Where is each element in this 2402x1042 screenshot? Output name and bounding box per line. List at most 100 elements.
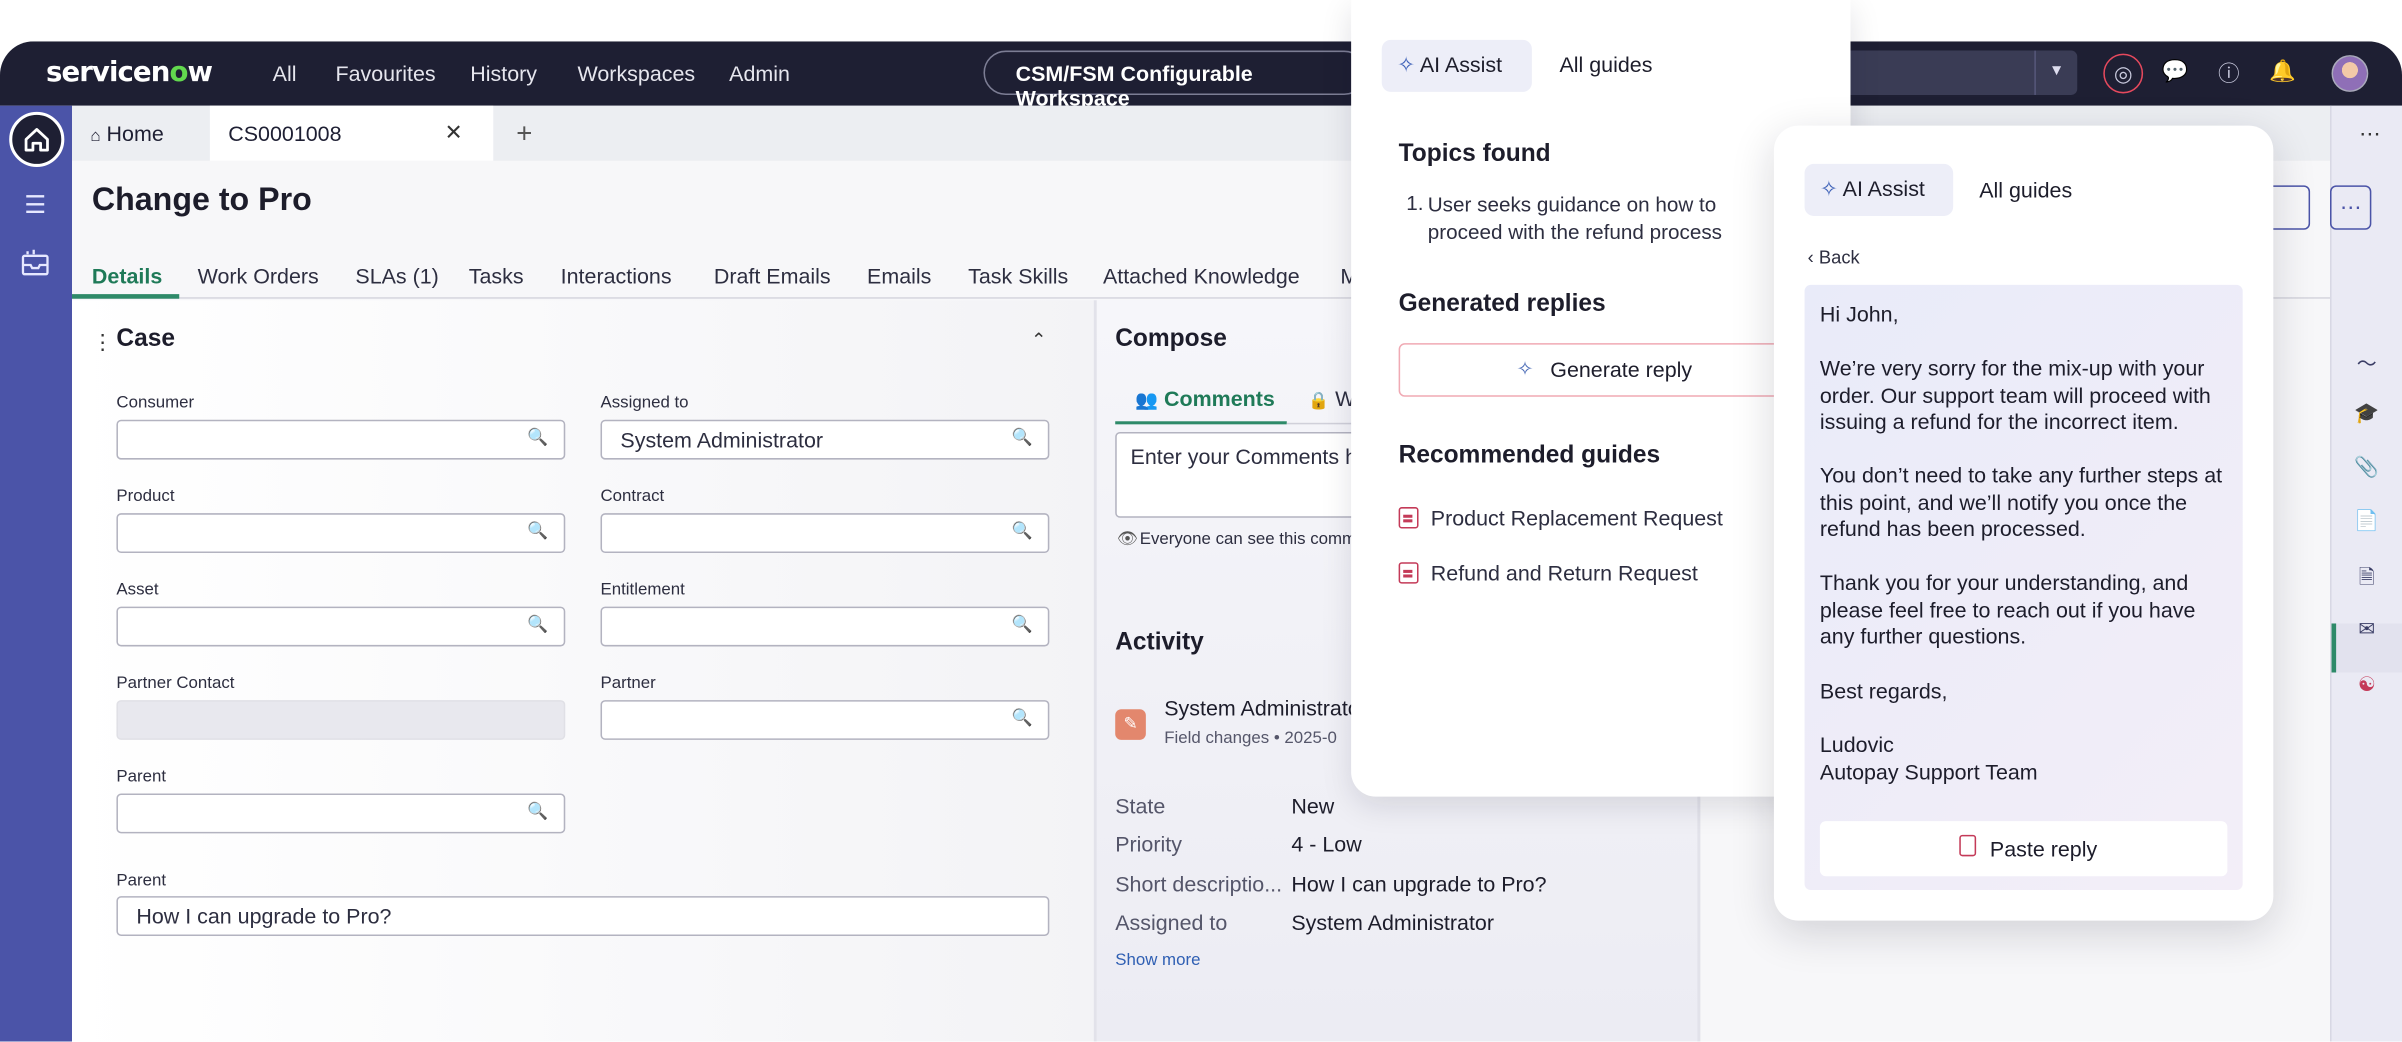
case-form: ⋮ Case ⌃ Consumer 🔍 Assigned to System A… [71,300,1094,1042]
activity-field-label: Short descriptio... [1115,871,1283,897]
user-avatar[interactable] [2331,55,2369,92]
search-icon[interactable]: 🔍 [527,521,548,540]
nav-admin[interactable]: Admin [729,61,790,86]
consumer-label: Consumer [116,393,195,413]
inbox-icon[interactable] [18,248,52,279]
generate-reply-button[interactable]: ✧ Generate reply [1398,343,1797,397]
right-rail: 〜 🎓 📎 📄 🗎 ✉ ☯ [2330,105,2402,1042]
paperclip-icon[interactable]: 📎 [2353,455,2381,483]
ai-sparkle-icon: ✧ [1819,176,1838,201]
contract-field[interactable]: 🔍 [600,513,1050,554]
tab-draft-emails[interactable]: Draft Emails [714,263,831,288]
tab-slas[interactable]: SLAs (1) [355,263,438,288]
reply-paragraph: You don’t need to take any further steps… [1819,462,2223,541]
back-label: Back [1818,246,1860,269]
tab-ai-assist-label: AI Assist [1419,52,1503,77]
tab-emails[interactable]: Emails [867,263,931,288]
search-icon[interactable]: 🔍 [1012,427,1033,447]
activity-pulse-icon[interactable]: 〜 [2353,348,2381,375]
guide-link[interactable]: Product Replacement Request [1431,506,1723,531]
tab-ai-assist-label: AI Assist [1842,176,1925,201]
tab-all-guides[interactable]: All guides [1559,52,1652,77]
tab-task-skills[interactable]: Task Skills [968,263,1068,288]
bell-icon[interactable]: 🔔 [2267,58,2298,89]
search-icon[interactable]: 🔍 [527,801,548,821]
activity-field-value: New [1291,793,1335,819]
house-icon: ⌂ [90,127,101,146]
new-tab-plus-icon[interactable]: + [516,103,532,158]
tab-details[interactable]: Details [92,263,162,288]
chevron-down-icon[interactable]: ▼ [2034,50,2077,95]
agent-assist-icon[interactable]: ☯ [2353,672,2381,700]
assigned-to-label: Assigned to [600,393,689,413]
nav-favourites[interactable]: Favourites [335,61,435,86]
more-actions-button[interactable]: ⋯ [2330,185,2372,230]
nav-workspaces[interactable]: Workspaces [578,61,696,86]
tab-tasks[interactable]: Tasks [469,263,524,288]
partner-field[interactable]: 🔍 [600,700,1050,740]
guide-link[interactable]: Refund and Return Request [1431,561,1698,586]
reply-draft: Hi John, We’re very sorry for the mix-up… [1804,284,2243,891]
tab-record[interactable]: CS0001008 ✕ [209,105,494,161]
tab-home[interactable]: ⌂ Home [90,106,163,161]
mail-icon[interactable]: ✉ [2353,617,2381,645]
top-navigation: servicenow All Favourites History Worksp… [0,41,2402,110]
paste-reply-button[interactable]: Paste reply [1819,821,2228,877]
tab-all-guides[interactable]: All guides [1979,178,2072,203]
activity-field-value: 4 - Low [1291,831,1362,857]
globe-icon[interactable]: ◎ [2103,53,2144,94]
show-more-link[interactable]: Show more [1115,951,1200,969]
search-icon[interactable]: 🔍 [527,614,548,634]
product-field[interactable]: 🔍 [116,513,566,554]
parent-field[interactable]: 🔍 [116,793,566,834]
tab-work-orders[interactable]: Work Orders [198,263,319,288]
assigned-to-value: System Administrator [620,427,824,452]
generated-reply-panel: ✧ AI Assist All guides ‹ Back Hi John, W… [1773,125,2274,921]
parent-label: Parent [116,767,167,786]
document-lines-icon[interactable]: 🗎 [2353,564,2381,592]
kebab-menu-icon[interactable]: ⋮ [92,329,113,355]
close-icon[interactable]: ✕ [445,119,463,145]
nav-all[interactable]: All [273,61,297,86]
screen: servicenow All Favourites History Worksp… [0,0,2402,1042]
tab-comments-label: Comments [1163,386,1275,411]
tab-ai-assist[interactable]: ✧ AI Assist [1381,39,1532,92]
back-link[interactable]: ‹ Back [1808,247,1860,268]
tab-interactions[interactable]: Interactions [561,263,672,288]
search-icon[interactable]: 🔍 [527,427,548,447]
overflow-dots-icon[interactable]: ⋯ [2359,121,2380,147]
consumer-field[interactable]: 🔍 [116,419,566,460]
generated-replies-heading: Generated replies [1398,291,1606,318]
visibility-note: Everyone can see this comm [1139,530,1357,549]
assigned-to-field[interactable]: System Administrator 🔍 [600,419,1050,460]
ai-sparkle-icon: ✧ [1516,356,1534,380]
graduation-cap-icon[interactable]: 🎓 [2353,401,2381,429]
tab-attached-knowledge[interactable]: Attached Knowledge [1103,263,1300,288]
active-compose-tab-underline [1115,421,1287,425]
document-icon[interactable]: 📄 [2353,509,2381,537]
chevron-up-icon[interactable]: ⌃ [1031,329,1046,350]
activity-field-label: Priority [1115,831,1182,857]
global-search-input[interactable]: h ▼ [1826,50,2078,95]
search-icon[interactable]: 🔍 [1012,614,1033,634]
reply-greeting: Hi John, [1819,301,1899,327]
home-icon[interactable] [9,111,65,167]
list-icon[interactable]: ☰ [18,190,52,221]
chat-icon[interactable]: 💬 [2160,58,2191,89]
guide-doc-icon [1398,562,1419,584]
activity-field-label: Assigned to [1115,909,1228,935]
workspace-switcher-button[interactable]: CSM/FSM Configurable Workspace [983,50,1367,110]
parent-description-field[interactable]: How I can upgrade to Pro? [116,896,1050,936]
search-icon[interactable]: 🔍 [1012,708,1033,727]
help-icon[interactable]: ⓘ [2214,58,2245,89]
lock-icon: 🔒 [1308,392,1330,411]
entitlement-field[interactable]: 🔍 [600,606,1050,647]
asset-field[interactable]: 🔍 [116,606,566,647]
servicenow-logo[interactable]: servicenow [46,57,213,89]
tab-ai-assist[interactable]: ✧ AI Assist [1804,163,1954,216]
active-tab-underline [71,294,180,299]
search-icon[interactable]: 🔍 [1012,521,1033,540]
nav-history[interactable]: History [470,61,537,86]
activity-meta: Field changes • 2025-0 [1164,729,1337,748]
tab-comments[interactable]: 👥 Comments [1135,386,1275,411]
